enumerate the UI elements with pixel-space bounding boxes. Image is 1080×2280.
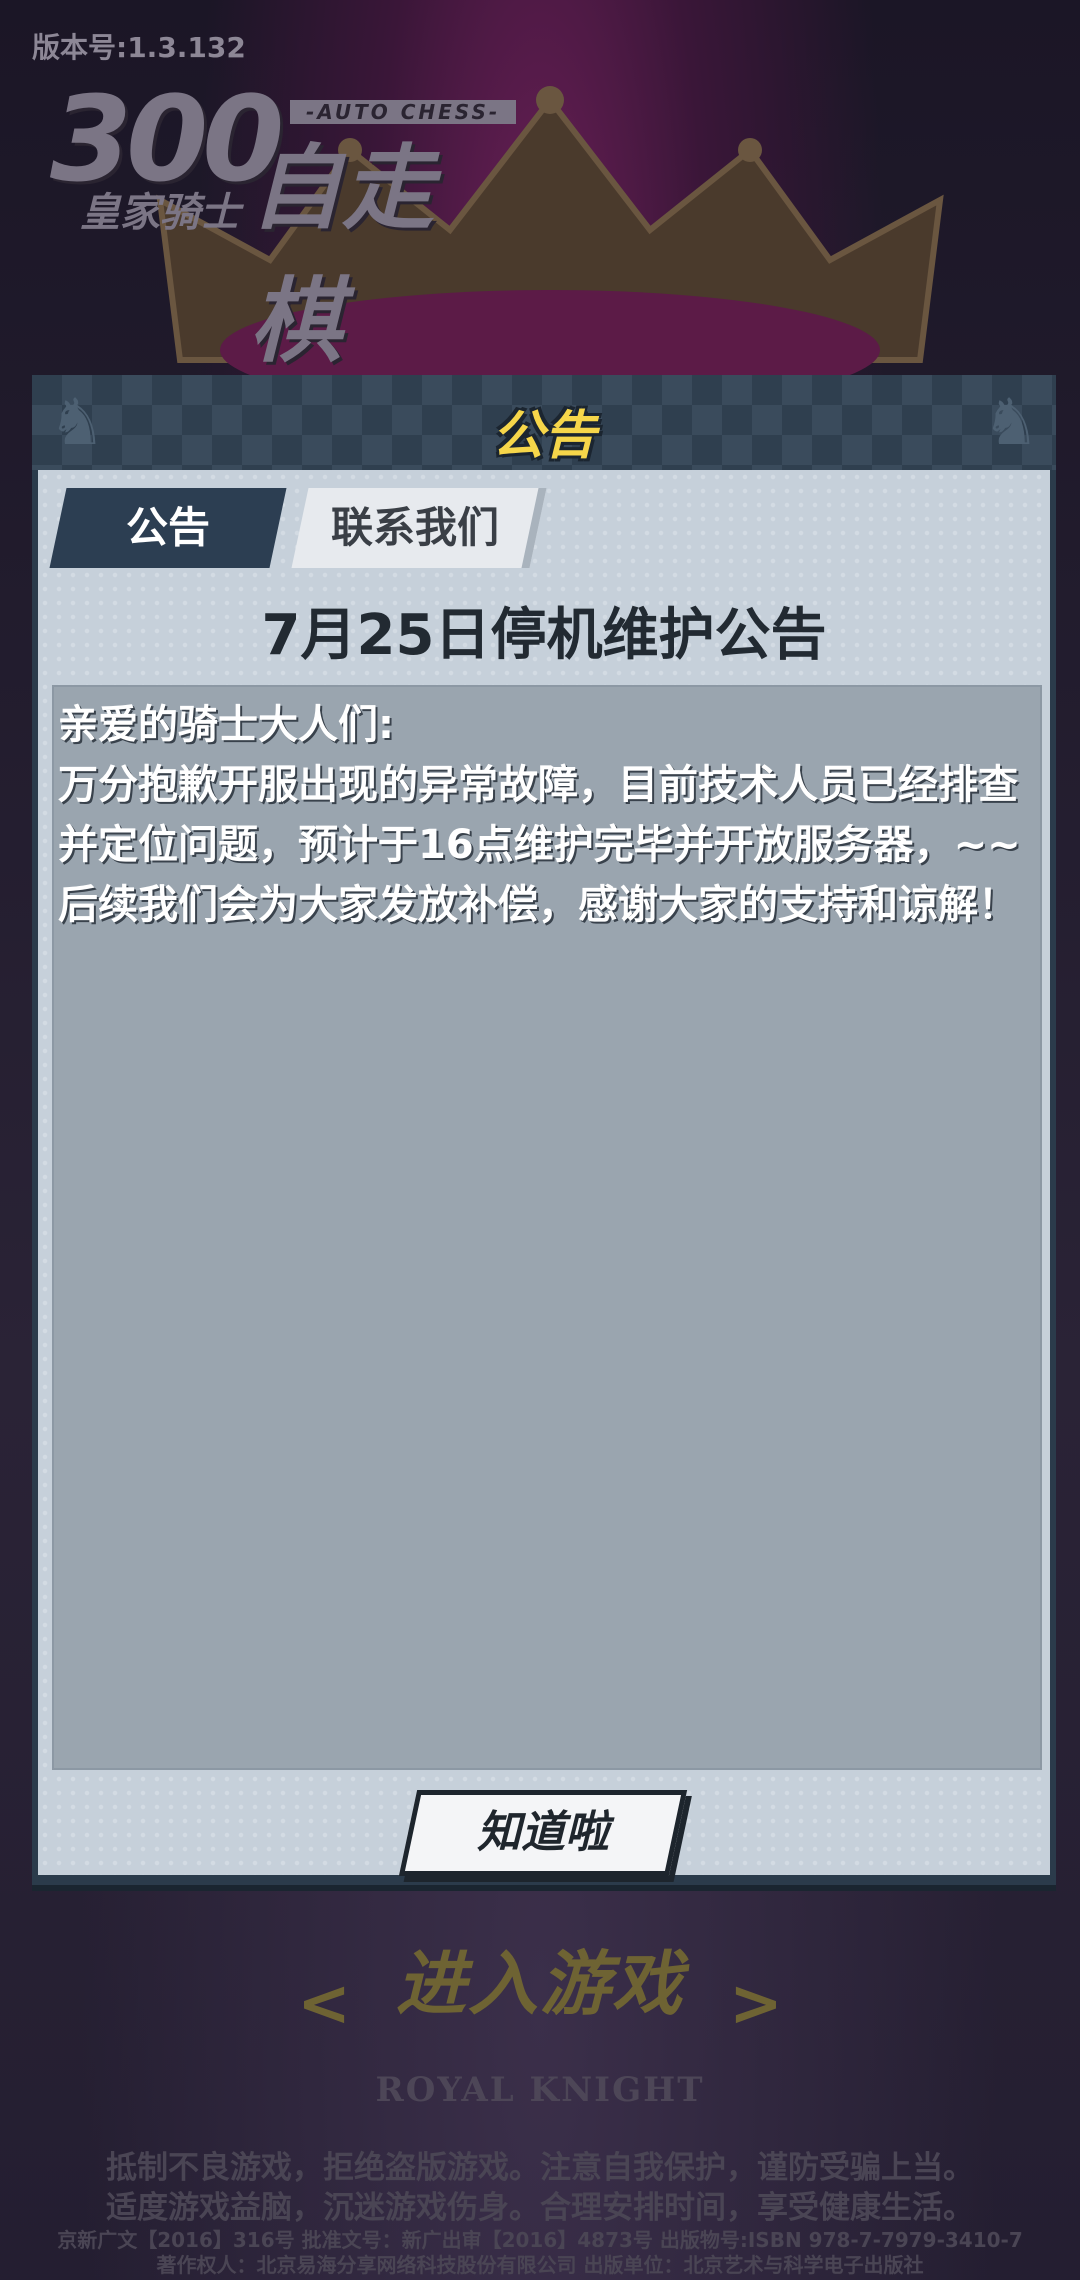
logo-subtitle: 皇家骑士 (80, 190, 240, 236)
tab-contact-us[interactable]: 联系我们 (291, 488, 547, 568)
health-notice-1: 抵制不良游戏，拒绝盗版游戏。注意自我保护，谨防受骗上当。 (106, 2150, 974, 2186)
logo-title: 自走棋 (250, 135, 435, 375)
notice-content[interactable]: 亲爱的骑士大人们: 万分抱歉开服出现的异常故障，目前技术人员已经排查并定位问题，… (52, 685, 1042, 1770)
right-arrow-icon: > (729, 1966, 783, 2041)
tab-announcement[interactable]: 公告 (49, 488, 287, 568)
game-logo: 300 -AUTO CHESS- 自走棋 皇家骑士 (40, 70, 520, 375)
left-arrow-icon: < (297, 1966, 351, 2041)
panel-body: 公告 联系我们 7月25日停机维护公告 亲爱的骑士大人们: 万分抱歉开服出现的异… (38, 470, 1050, 1876)
panel-header: ♞ ♞ 公告 (32, 375, 1056, 470)
royal-knight-emblem: ROYAL KNIGHT (375, 2070, 705, 2110)
enter-game-label: 进入游戏 (396, 1943, 684, 2025)
notice-greeting: 亲爱的骑士大人们: (58, 702, 394, 748)
notice-title: 7月25日停机维护公告 (261, 603, 827, 668)
license-line-1: 京新广文【2016】316号 批准文号：新广出审【2016】4873号 出版物号… (57, 2228, 1023, 2252)
health-notice-2: 适度游戏益脑，沉迷游戏伤身。合理安排时间，享受健康生活。 (106, 2190, 974, 2226)
panel-title: 公告 (491, 406, 596, 466)
notice-body: 万分抱歉开服出现的异常故障，目前技术人员已经排查并定位问题，预计于16点维护完毕… (58, 762, 1021, 928)
enter-game-button[interactable]: < 进入游戏 > (0, 1928, 1080, 2041)
license-line-2: 著作权人：北京易海分享网络科技股份有限公司 出版单位：北京艺术与科学电子出版社 (156, 2253, 924, 2277)
version-label: 版本号:1.3.132 (32, 31, 246, 64)
announcement-panel: ♞ ♞ 公告 公告 联系我们 7月25日停机维护公告 亲爱的骑士大人们: 万分抱… (32, 375, 1056, 1885)
got-it-button[interactable]: 知道啦 (398, 1790, 688, 1876)
footer-notice: 抵制不良游戏，拒绝盗版游戏。注意自我保护，谨防受骗上当。 适度游戏益脑，沉迷游戏… (0, 2148, 1080, 2278)
